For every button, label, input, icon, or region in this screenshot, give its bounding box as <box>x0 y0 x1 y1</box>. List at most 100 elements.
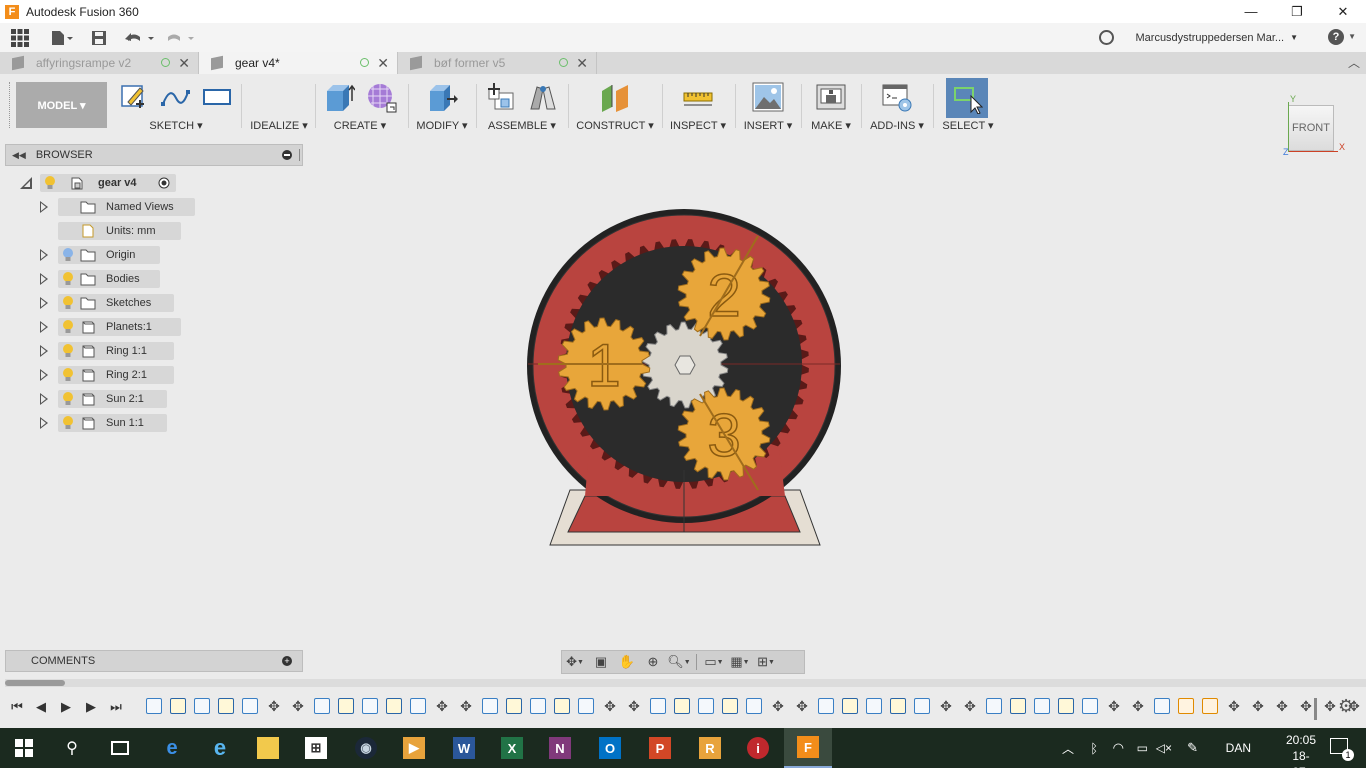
chevron-up-icon[interactable]: ︿ <box>1062 740 1074 757</box>
timeline-extrude-feature[interactable] <box>986 698 1002 714</box>
inspect-menu[interactable]: INSPECT ▾ <box>666 119 730 132</box>
timeline-revolve-feature[interactable] <box>410 698 426 714</box>
undo-button[interactable] <box>120 23 160 52</box>
timeline-move-feature[interactable]: ✥ <box>1298 698 1314 714</box>
timeline-extrude-feature[interactable] <box>818 698 834 714</box>
lightbulb-icon[interactable] <box>62 416 74 430</box>
zoom-button[interactable]: ⊕ <box>640 651 666 673</box>
timeline-marker[interactable] <box>1314 698 1317 720</box>
timeline-revolve-feature[interactable] <box>242 698 258 714</box>
select-menu[interactable]: SELECT ▾ <box>938 119 998 132</box>
timeline-sketch-feature[interactable] <box>1058 698 1074 714</box>
construct-menu[interactable]: CONSTRUCT ▾ <box>572 119 658 132</box>
timeline-extrude-feature[interactable] <box>1034 698 1050 714</box>
create-menu[interactable]: CREATE ▾ <box>318 119 402 132</box>
timeline-sketch-feature[interactable] <box>1010 698 1026 714</box>
scripts-add-ins-tool[interactable] <box>876 80 918 114</box>
insert-menu[interactable]: INSERT ▾ <box>739 119 797 132</box>
file-menu-button[interactable] <box>40 23 84 52</box>
timeline-sketch-feature[interactable] <box>170 698 186 714</box>
timeline-revolve-feature[interactable] <box>1082 698 1098 714</box>
timeline-move-feature[interactable]: ✥ <box>1226 698 1242 714</box>
offset-plane-tool[interactable] <box>594 80 636 114</box>
extrude-tool[interactable] <box>318 80 360 114</box>
browser-item[interactable]: Origin <box>58 246 160 264</box>
taskbar-excel[interactable]: X <box>488 728 536 768</box>
browser-item[interactable]: Planets:1 <box>58 318 181 336</box>
timeline-move-feature[interactable]: ✥ <box>1322 698 1338 714</box>
timeline-move-feature[interactable]: ✥ <box>626 698 642 714</box>
tab-close-icon[interactable]: ✕ <box>576 55 588 72</box>
sketch-menu[interactable]: SKETCH ▾ <box>112 119 240 132</box>
lightbulb-icon[interactable] <box>62 320 74 334</box>
taskbar-word[interactable]: W <box>440 728 488 768</box>
timeline-fillet-feature[interactable] <box>1178 698 1194 714</box>
redo-button[interactable] <box>160 23 200 52</box>
timeline-move-feature[interactable]: ✥ <box>266 698 282 714</box>
taskbar-outlook[interactable]: O <box>586 728 634 768</box>
grid-settings-button[interactable]: ▦ ▼ <box>727 651 753 673</box>
taskbar-powerpoint[interactable]: P <box>636 728 684 768</box>
timeline-fillet-feature[interactable] <box>1202 698 1218 714</box>
view-cube[interactable]: FRONT <box>1288 105 1334 151</box>
collapse-triangle-icon[interactable] <box>19 176 33 190</box>
volume-muted-icon[interactable]: ◁× <box>1156 741 1172 755</box>
document-tab[interactable]: affyringsrampe v2 ✕ <box>0 52 199 74</box>
help-chevron-down-icon[interactable]: ▼ <box>1348 32 1356 41</box>
timeline-sketch-feature[interactable] <box>554 698 570 714</box>
lightbulb-icon[interactable] <box>62 344 74 358</box>
assemble-menu[interactable]: ASSEMBLE ▾ <box>480 119 564 132</box>
browser-item[interactable]: Named Views <box>58 198 195 216</box>
rectangle-tool[interactable] <box>196 80 238 114</box>
document-tab-active[interactable]: gear v4* ✕ <box>199 52 398 74</box>
timeline-move-feature[interactable]: ✥ <box>434 698 450 714</box>
viewports-button[interactable]: ⊞ ▼ <box>753 651 779 673</box>
timeline-move-feature[interactable]: ✥ <box>962 698 978 714</box>
taskbar-internet-explorer[interactable]: e <box>196 728 244 768</box>
timeline-play-button[interactable]: ▶ <box>56 697 76 717</box>
lightbulb-icon[interactable] <box>62 392 74 406</box>
toolbar-grip[interactable] <box>9 82 13 128</box>
workspace-switcher[interactable]: MODEL ▾ <box>16 82 107 128</box>
scrollbar-thumb[interactable] <box>5 680 65 686</box>
timeline-prev-button[interactable]: ◀ <box>31 697 51 717</box>
modify-menu[interactable]: MODIFY ▾ <box>412 119 472 132</box>
tab-close-icon[interactable]: ✕ <box>178 55 190 72</box>
timeline-move-feature[interactable]: ✥ <box>938 698 954 714</box>
browser-item[interactable]: Sketches <box>58 294 174 312</box>
idealize-menu[interactable]: IDEALIZE ▾ <box>244 119 314 132</box>
search-button[interactable]: ⚲ <box>48 728 96 768</box>
timeline-extrude-feature[interactable] <box>146 698 162 714</box>
browser-item[interactable]: Sun 1:1 <box>58 414 167 432</box>
add-comment-icon[interactable]: + <box>282 656 292 666</box>
gear-model[interactable]: 123 <box>305 140 1366 645</box>
timeline-sketch-feature[interactable] <box>386 698 402 714</box>
lightbulb-icon[interactable] <box>44 176 56 190</box>
browser-item[interactable]: Sun 2:1 <box>58 390 167 408</box>
select-tool[interactable] <box>946 78 988 118</box>
viewport-canvas[interactable]: 123 <box>305 140 1366 645</box>
taskbar-edge[interactable]: e <box>148 728 196 768</box>
timeline-move-feature[interactable]: ✥ <box>1106 698 1122 714</box>
timeline-scrollbar[interactable] <box>5 679 1366 687</box>
timeline-move-feature[interactable]: ✥ <box>290 698 306 714</box>
form-tool[interactable] <box>360 80 402 114</box>
timeline-move-feature[interactable]: ✥ <box>602 698 618 714</box>
browser-item[interactable]: Ring 2:1 <box>58 366 174 384</box>
taskbar-store[interactable]: ⊞ <box>292 728 340 768</box>
timeline-extrude-feature[interactable] <box>530 698 546 714</box>
browser-item[interactable]: Ring 1:1 <box>58 342 174 360</box>
timeline-move-feature[interactable]: ✥ <box>1250 698 1266 714</box>
gear-icon[interactable]: ⚙ <box>1338 696 1354 717</box>
taskbar-onenote[interactable]: N <box>536 728 584 768</box>
user-account-menu[interactable]: Marcusdystruppedersen Mar... ▼ <box>1136 23 1299 52</box>
measure-tool[interactable] <box>677 80 719 114</box>
3d-print-tool[interactable] <box>810 80 852 114</box>
look-at-button[interactable]: ▣ <box>588 651 614 673</box>
timeline-extrude-feature[interactable] <box>362 698 378 714</box>
timeline-move-feature[interactable]: ✥ <box>770 698 786 714</box>
timeline-sketch-feature[interactable] <box>506 698 522 714</box>
timeline-move-feature[interactable]: ✥ <box>1274 698 1290 714</box>
browser-item[interactable]: Units: mm <box>58 222 181 240</box>
spline-tool[interactable] <box>154 80 196 114</box>
